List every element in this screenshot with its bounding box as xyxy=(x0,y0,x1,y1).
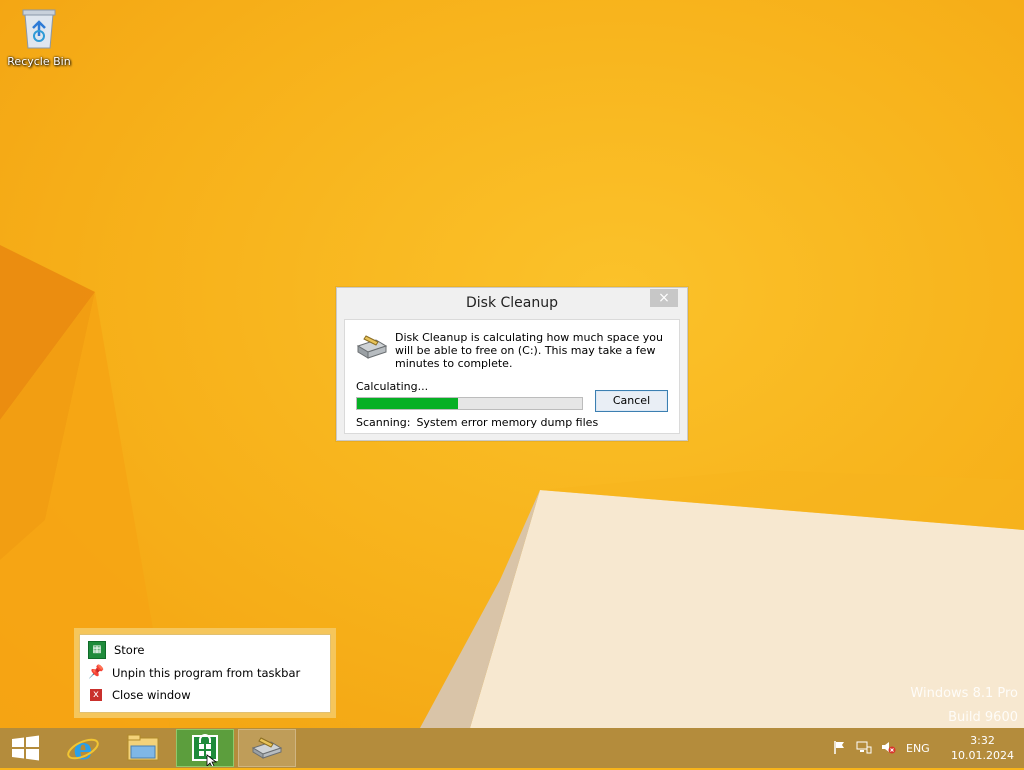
disk-cleanup-icon xyxy=(356,335,388,359)
taskbar: e ENG 3:32 10.01.2024 xyxy=(0,728,1024,768)
jump-list-item-store[interactable]: ▦ Store xyxy=(88,640,144,660)
jump-list-item-close[interactable]: x Close window xyxy=(88,685,191,705)
disk-cleanup-icon xyxy=(251,737,283,759)
cancel-button[interactable]: Cancel xyxy=(595,390,668,412)
windows-logo-icon xyxy=(12,735,39,761)
watermark-build: Build 9600 xyxy=(948,710,1018,725)
jump-list-label: Store xyxy=(114,643,145,657)
clock[interactable]: 3:32 10.01.2024 xyxy=(951,733,1014,763)
jump-list-label: Close window xyxy=(112,688,191,702)
recycle-bin-icon xyxy=(22,9,56,49)
disk-cleanup-dialog: Disk Cleanup × Disk Cleanup is calculati… xyxy=(336,287,688,441)
status-text: Calculating... xyxy=(356,380,429,393)
recycle-bin[interactable]: Recycle Bin xyxy=(4,6,74,68)
scan-status: Scanning: System error memory dump files xyxy=(356,416,598,429)
action-center-flag-icon[interactable] xyxy=(832,739,848,758)
language-indicator[interactable]: ENG xyxy=(906,742,930,755)
store-icon: ▦ xyxy=(88,641,106,659)
close-button[interactable]: × xyxy=(650,289,678,307)
jump-list-panel: ▦ Store 📌 Unpin this program from taskba… xyxy=(79,634,331,713)
clock-time: 3:32 xyxy=(970,734,995,747)
dialog-title: Disk Cleanup xyxy=(465,295,558,311)
store-jump-list: ▦ Store 📌 Unpin this program from taskba… xyxy=(74,628,336,718)
clock-date: 10.01.2024 xyxy=(951,749,1014,762)
network-icon[interactable] xyxy=(856,739,872,758)
start-button[interactable] xyxy=(0,729,58,767)
taskbar-store[interactable] xyxy=(176,729,234,768)
desktop: Recycle Bin Windows 8.1 Pro Build 9600 D… xyxy=(0,0,1024,728)
progress-fill xyxy=(357,398,459,409)
unpin-icon: 📌 xyxy=(88,665,105,680)
folder-icon xyxy=(127,734,159,761)
system-tray: ENG xyxy=(832,728,930,768)
dialog-content: Disk Cleanup is calculating how much spa… xyxy=(344,319,680,434)
progress-bar xyxy=(356,397,583,410)
store-icon xyxy=(192,734,218,768)
jump-list-label: Unpin this program from taskbar xyxy=(112,666,301,680)
taskbar-internet-explorer[interactable]: e xyxy=(54,729,112,767)
taskbar-file-explorer[interactable] xyxy=(114,729,172,767)
close-window-icon: x xyxy=(90,689,102,701)
svg-text:e: e xyxy=(73,732,92,767)
jump-list-item-unpin[interactable]: 📌 Unpin this program from taskbar xyxy=(88,663,300,683)
dialog-message: Disk Cleanup is calculating how much spa… xyxy=(395,331,663,370)
taskbar-disk-cleanup[interactable] xyxy=(238,729,296,767)
dialog-titlebar[interactable]: Disk Cleanup × xyxy=(337,288,687,318)
speaker-muted-icon[interactable] xyxy=(880,739,896,758)
internet-explorer-icon: e xyxy=(67,732,99,767)
scan-label: Scanning: xyxy=(356,416,411,429)
recycle-bin-label: Recycle Bin xyxy=(7,55,71,68)
scan-value: System error memory dump files xyxy=(416,416,599,429)
watermark-edition: Windows 8.1 Pro xyxy=(910,686,1018,701)
